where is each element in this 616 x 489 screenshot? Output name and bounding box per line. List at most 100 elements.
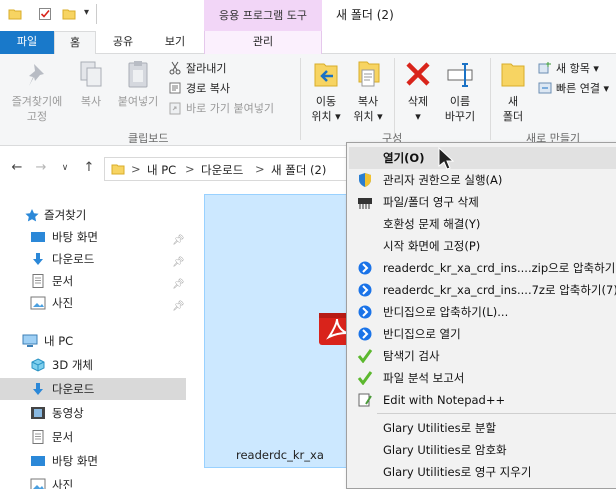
divider: [490, 58, 491, 140]
folder-icon: [111, 164, 125, 175]
menu-item-pin-to-start[interactable]: 시작 화면에 고정(P): [349, 235, 616, 257]
copy-button[interactable]: 복사: [72, 58, 110, 109]
menu-item-bandizip-compress[interactable]: 반디집으로 압축하기(L)...: [349, 301, 616, 323]
menu-item-file-report[interactable]: 파일 분석 보고서: [349, 367, 616, 389]
menu-item-notepadpp[interactable]: Edit with Notepad++: [349, 389, 616, 411]
paste-button[interactable]: 붙여넣기: [112, 58, 164, 109]
application-tools-heading: 응용 프로그램 도구: [204, 0, 322, 31]
sidebar-item-videos[interactable]: 동영상: [0, 402, 186, 424]
sidebar-item-label: 바탕 화면: [52, 454, 98, 468]
download-icon: [33, 253, 43, 265]
breadcrumb-downloads[interactable]: 다운로드: [201, 162, 243, 178]
tab-file[interactable]: 파일: [0, 31, 54, 54]
rename-button[interactable]: 이름 바꾸기: [440, 58, 480, 124]
move-to-label-1: 이동: [315, 95, 337, 108]
breadcrumb-this-pc[interactable]: 내 PC: [147, 162, 176, 178]
menu-item-label: Edit with Notepad++: [383, 393, 506, 407]
paste-shortcut-icon: [169, 102, 181, 115]
forward-icon[interactable]: →: [34, 161, 48, 175]
up-icon[interactable]: ↑: [82, 161, 96, 175]
cube-icon: [31, 358, 45, 372]
move-to-button[interactable]: 이동 위치 ▾: [306, 58, 346, 124]
move-to-icon: [314, 63, 338, 87]
copy-to-button[interactable]: 복사 위치 ▾: [348, 58, 388, 124]
desktop-icon: [31, 232, 45, 242]
sidebar-item-desktop[interactable]: 바탕 화면 📌︎: [0, 226, 186, 248]
copy-path-label: 경로 복사: [186, 82, 230, 95]
copy-to-label-1: 복사: [357, 95, 379, 108]
tab-view[interactable]: 보기: [150, 31, 200, 54]
menu-item-troubleshoot-compat[interactable]: 호환성 문제 해결(Y): [349, 213, 616, 235]
divider: [96, 4, 97, 24]
sidebar-item-3d-objects[interactable]: 3D 개체: [0, 354, 186, 376]
properties-icon[interactable]: [38, 7, 52, 21]
divider: [300, 58, 301, 140]
recent-locations-icon[interactable]: ∨: [58, 161, 72, 175]
tab-home[interactable]: 홈: [54, 31, 96, 55]
rename-label-1: 이름: [449, 95, 471, 108]
sidebar-item-pictures-pc[interactable]: 사진: [0, 474, 186, 489]
sidebar-item-pictures[interactable]: 사진 📌︎: [0, 292, 186, 314]
paste-label: 붙여넣기: [117, 95, 159, 108]
star-icon: [25, 209, 39, 222]
file-item-selected[interactable]: [204, 194, 355, 468]
easy-access-button[interactable]: 빠른 연결 ▾: [538, 80, 609, 98]
menu-item-glary-encrypt[interactable]: Glary Utilities로 암호화: [349, 439, 616, 461]
breadcrumb-new-folder[interactable]: 새 폴더 (2): [271, 162, 326, 178]
menu-item-label: readerdc_kr_xa_crd_ins....7z로 압축하기(7): [383, 283, 616, 297]
sidebar-item-documents-pc[interactable]: 문서: [0, 426, 186, 448]
new-folder-label-1: 새: [507, 95, 519, 108]
tab-manage[interactable]: 관리: [204, 31, 322, 54]
menu-item-open[interactable]: 열기(O): [349, 147, 616, 169]
notepad-icon: [358, 393, 372, 407]
desktop-icon: [31, 456, 45, 466]
pin-icon: 📌︎: [172, 301, 185, 312]
menu-item-zip[interactable]: readerdc_kr_xa_crd_ins....zip으로 압축하기(C): [349, 257, 616, 279]
new-folder-button[interactable]: 새 폴더: [496, 58, 530, 124]
sidebar-item-documents[interactable]: 문서 📌︎: [0, 270, 186, 292]
menu-item-label: 호환성 문제 해결(Y): [383, 217, 481, 231]
chevron-down-icon[interactable]: ▾: [84, 7, 89, 18]
sidebar-item-this-pc[interactable]: 내 PC: [0, 330, 186, 352]
sidebar-item-desktop-pc[interactable]: 바탕 화면: [0, 450, 186, 472]
sidebar-item-downloads-pc[interactable]: 다운로드: [0, 378, 186, 400]
new-item-icon: [538, 62, 551, 74]
rename-icon: [447, 63, 473, 87]
file-name-label: readerdc_kr_xa: [236, 448, 324, 462]
menu-item-shred[interactable]: 파일/폴더 영구 삭제: [349, 191, 616, 213]
delete-button[interactable]: 삭제 ▾: [398, 58, 438, 124]
folder-icon: [8, 9, 22, 20]
pin-icon: 📌︎: [172, 279, 185, 290]
breadcrumb-separator: >: [185, 162, 195, 176]
back-icon[interactable]: ←: [10, 161, 24, 175]
breadcrumb-separator: >: [255, 162, 265, 176]
shield-icon: [359, 173, 371, 187]
menu-item-bandizip-open[interactable]: 반디집으로 열기: [349, 323, 616, 345]
mouse-cursor-icon: [438, 146, 455, 170]
pin-to-quick-access-button[interactable]: 즐겨찾기에 고정: [4, 58, 70, 124]
bandizip-icon: [358, 305, 372, 319]
copy-path-button[interactable]: 경로 복사: [168, 80, 230, 98]
menu-item-glary-wipe[interactable]: Glary Utilities로 영구 지우기: [349, 461, 616, 483]
sidebar-item-label: 내 PC: [44, 334, 74, 348]
new-item-button[interactable]: 새 항목 ▾: [538, 60, 599, 78]
menu-item-explorer-scan[interactable]: 탐색기 검사: [349, 345, 616, 367]
sidebar-item-label: 문서: [52, 274, 74, 288]
sidebar-item-downloads[interactable]: 다운로드 📌︎: [0, 248, 186, 270]
new-folder-icon[interactable]: [62, 7, 76, 21]
title-bar: ▾ 응용 프로그램 도구 새 폴더 (2): [0, 0, 616, 31]
pictures-icon: [30, 296, 46, 310]
menu-item-7z[interactable]: readerdc_kr_xa_crd_ins....7z로 압축하기(7): [349, 279, 616, 301]
ribbon-tabs: 파일 홈 공유 보기 관리: [0, 31, 616, 55]
sidebar-item-quick-access[interactable]: 즐겨찾기: [0, 204, 186, 226]
menu-item-glary-split[interactable]: Glary Utilities로 분할: [349, 417, 616, 439]
clipboard-group-label: 클립보드: [128, 132, 169, 145]
menu-item-label: Glary Utilities로 분할: [383, 421, 497, 435]
bandizip-icon: [358, 261, 372, 275]
menu-item-run-as-admin[interactable]: 관리자 권한으로 실행(A): [349, 169, 616, 191]
tab-share[interactable]: 공유: [100, 31, 146, 54]
download-icon: [33, 383, 43, 395]
cut-button[interactable]: 잘라내기: [168, 60, 226, 78]
paste-shortcut-button[interactable]: 바로 가기 붙여넣기: [168, 100, 274, 118]
bandizip-icon: [358, 283, 372, 297]
